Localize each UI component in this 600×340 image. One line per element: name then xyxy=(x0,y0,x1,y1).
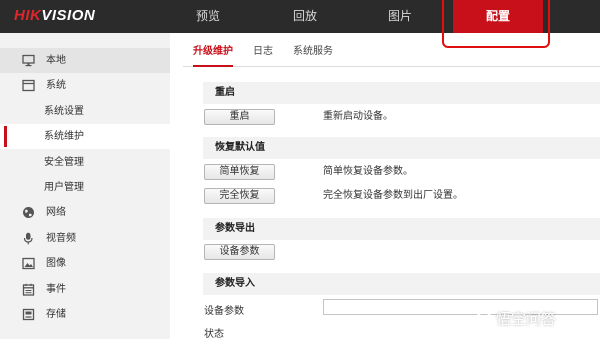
import-file-path-input[interactable] xyxy=(323,299,598,315)
nav-preview[interactable]: 预览 xyxy=(163,0,253,33)
tab-log[interactable]: 日志 xyxy=(253,42,273,65)
sidebar-item-image[interactable]: 图像 xyxy=(0,251,170,276)
sidebar-item-local[interactable]: 本地 xyxy=(0,48,170,73)
reboot-button[interactable]: 重启 xyxy=(204,109,275,125)
image-icon xyxy=(22,257,35,270)
microphone-icon xyxy=(23,232,33,245)
sidebar-item-label: 系统设置 xyxy=(44,106,84,117)
full-restore-button[interactable]: 完全恢复 xyxy=(204,188,275,204)
section-header-restore-defaults: 恢复默认值 xyxy=(203,137,600,159)
calendar-icon xyxy=(22,283,35,296)
monitor-icon xyxy=(22,54,35,67)
section-header-reboot: 重启 xyxy=(203,82,600,104)
sidebar-item-label: 系统 xyxy=(46,80,66,91)
storage-icon xyxy=(22,308,35,321)
sidebar-item-user-management[interactable]: 用户管理 xyxy=(0,175,170,200)
full-restore-description: 完全恢复设备参数到出厂设置。 xyxy=(323,190,463,201)
nav-configuration[interactable]: 配置 xyxy=(453,0,543,33)
top-navigation-bar: HIKVISION 预览 回放 图片 配置 xyxy=(0,0,600,33)
tab-upgrade-maintenance[interactable]: 升级维护 xyxy=(193,42,233,67)
section-header-parameter-export: 参数导出 xyxy=(203,218,600,240)
sidebar-item-audio-video[interactable]: 视音频 xyxy=(0,226,170,251)
tab-bar: 升级维护 日志 系统服务 xyxy=(183,42,600,67)
sidebar-item-system[interactable]: 系统 xyxy=(0,73,170,98)
sidebar-item-label: 存储 xyxy=(46,309,66,320)
system-icon xyxy=(22,79,35,92)
import-status-label: 状态 xyxy=(204,329,224,340)
tab-system-service[interactable]: 系统服务 xyxy=(293,42,333,65)
hikvision-logo: HIKVISION xyxy=(14,7,96,24)
simple-restore-button[interactable]: 简单恢复 xyxy=(204,164,275,180)
sidebar-item-security-management[interactable]: 安全管理 xyxy=(0,150,170,175)
globe-icon xyxy=(23,207,34,218)
nav-playback[interactable]: 回放 xyxy=(260,0,350,33)
export-device-parameters-button[interactable]: 设备参数 xyxy=(204,244,275,260)
sidebar-item-label: 视音频 xyxy=(46,233,76,244)
sidebar-item-label: 图像 xyxy=(46,258,66,269)
sidebar-item-label: 系统维护 xyxy=(44,131,84,142)
sidebar-item-system-settings[interactable]: 系统设置 xyxy=(0,99,170,124)
simple-restore-description: 简单恢复设备参数。 xyxy=(323,166,413,177)
sidebar-item-system-maintenance[interactable]: 系统维护 xyxy=(0,124,170,149)
sidebar-item-label: 事件 xyxy=(46,284,66,295)
sidebar-item-label: 安全管理 xyxy=(44,157,84,168)
nav-picture[interactable]: 图片 xyxy=(355,0,445,33)
speech-bubble-icon xyxy=(476,311,492,327)
reboot-description: 重新启动设备。 xyxy=(323,111,393,122)
sidebar-item-label: 本地 xyxy=(46,55,66,66)
sidebar-item-label: 用户管理 xyxy=(44,182,84,193)
sidebar-item-network[interactable]: 网络 xyxy=(0,200,170,225)
sidebar-item-event[interactable]: 事件 xyxy=(0,277,170,302)
section-header-parameter-import: 参数导入 xyxy=(203,273,600,295)
sidebar-item-label: 网络 xyxy=(46,207,66,218)
sidebar-item-storage[interactable]: 存储 xyxy=(0,302,170,327)
watermark: 悟空问答 xyxy=(476,308,556,329)
import-device-parameters-label: 设备参数 xyxy=(204,306,244,317)
